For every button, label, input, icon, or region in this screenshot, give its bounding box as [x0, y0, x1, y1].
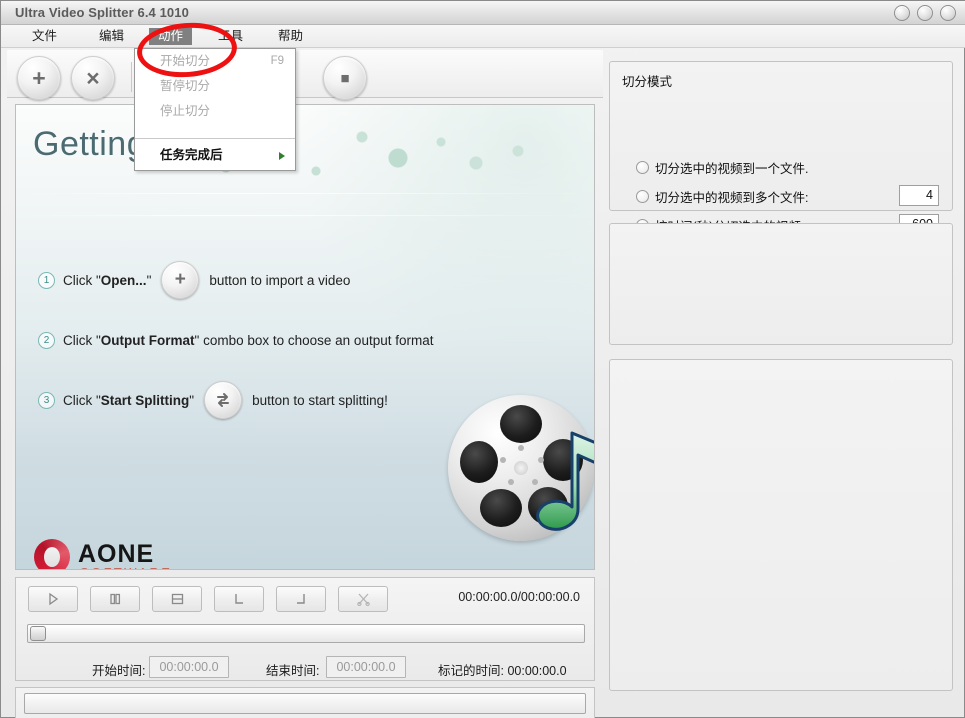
action-dropdown-menu: 开始切分 F9 暂停切分 停止切分 任务完成后 [134, 48, 296, 171]
toolbar-separator-1 [131, 62, 132, 92]
stop-button[interactable]: ■ [323, 56, 367, 100]
step-text: Click "Start Splitting" [63, 392, 195, 408]
refresh-arrows-icon [217, 393, 230, 407]
marked-time-label: 标记的时间: 00:00:00.0 [438, 664, 567, 678]
step-2: 2 Click "Output Format" combo box to cho… [38, 320, 433, 360]
menu-item-label: 暂停切分 [160, 79, 211, 93]
stop-icon [171, 593, 183, 605]
plus-icon: + [32, 64, 46, 91]
split-option-label: 切分选中的视频到多个文件: [655, 190, 809, 205]
close-button[interactable] [940, 5, 956, 21]
menu-item-label: 开始切分 [160, 54, 211, 68]
submenu-arrow-icon [279, 152, 285, 160]
reel-dot [518, 445, 524, 451]
menu-item-start-split[interactable]: 开始切分 F9 [135, 49, 295, 74]
reel-dot [508, 479, 514, 485]
step-text-after: button to import a video [209, 272, 351, 288]
menu-tools[interactable]: 工具 [209, 28, 252, 45]
maximize-button[interactable] [917, 5, 933, 21]
mark-end-icon [297, 594, 305, 604]
menu-item-stop-split[interactable]: 停止切分 [135, 99, 295, 124]
step-text-after: button to start splitting! [252, 392, 388, 408]
stop-button[interactable] [152, 586, 202, 612]
refresh-icon [204, 381, 243, 419]
radio-icon[interactable] [636, 160, 649, 174]
radio-icon[interactable] [636, 189, 649, 203]
menu-separator [135, 138, 295, 139]
left-pane: + × ■ Getting 1 Click "Open..." + button… [7, 50, 603, 718]
split-option-2[interactable]: 切分选中的视频到多个文件: [636, 186, 808, 206]
plus-icon: + [161, 261, 200, 299]
logo-subtitle: SOFTWARE [80, 565, 172, 569]
split-mode-title: 切分模式 [622, 75, 673, 89]
progress-bar [24, 693, 586, 714]
add-file-button[interactable]: + [17, 56, 61, 100]
menu-item-pause-split[interactable]: 暂停切分 [135, 74, 295, 99]
page-title: Getting [33, 125, 147, 163]
film-reel-graphic [448, 395, 594, 547]
close-x-icon: × [86, 64, 100, 91]
menu-file[interactable]: 文件 [23, 28, 66, 45]
step-3: 3 Click "Start Splitting" button to star… [38, 380, 388, 420]
split-mode-group: 切分模式 切分选中的视频到一个文件. 切分选中的视频到多个文件: 4 按时间(秒… [609, 61, 953, 264]
step-number: 1 [38, 271, 55, 289]
progress-panel [15, 687, 595, 718]
main-toolbar: + × ■ [7, 50, 603, 100]
menu-help[interactable]: 帮助 [269, 28, 312, 45]
start-time-label: 开始时间: [92, 664, 146, 678]
step-text: Click "Output Format" combo box to choos… [63, 332, 434, 348]
play-button[interactable] [28, 586, 78, 612]
scissors-icon [356, 593, 370, 606]
remove-file-button[interactable]: × [71, 56, 115, 100]
menu-item-label: 停止切分 [160, 104, 211, 118]
menu-action[interactable]: 动作 [149, 28, 193, 45]
start-time-field[interactable]: 00:00:00.0 [149, 656, 229, 678]
reel-hole [460, 441, 498, 483]
pause-button[interactable] [90, 586, 140, 612]
panel-hairline-2 [16, 215, 594, 216]
getting-started-panel: Getting 1 Click "Open..." + button to im… [15, 104, 595, 570]
step-1: 1 Click "Open..." + button to import a v… [38, 260, 350, 300]
panel-hairline-1 [16, 193, 594, 194]
reel-dot [500, 457, 506, 463]
step-text: Click "Open..." [63, 272, 152, 288]
window-controls [894, 5, 956, 21]
aone-logo: AONE SOFTWARE [34, 533, 214, 569]
split-count-field[interactable]: 4 [899, 185, 939, 206]
title-bar: Ultra Video Splitter 6.4 1010 [1, 1, 965, 25]
mark-end-button[interactable] [276, 586, 326, 612]
cut-button[interactable] [338, 586, 388, 612]
menu-item-label: 任务完成后 [160, 148, 223, 162]
aone-logo-mark-icon [34, 539, 70, 569]
end-time-field[interactable]: 00:00:00.0 [326, 656, 406, 678]
mark-start-button[interactable] [214, 586, 264, 612]
player-controls: 00:00:00.0/00:00:00.0 开始时间: 00:00:00.0 结… [15, 577, 595, 681]
menu-item-after-task[interactable]: 任务完成后 [135, 143, 295, 168]
timeline-slider[interactable] [27, 624, 585, 643]
reel-hole [480, 489, 522, 527]
minimize-button[interactable] [894, 5, 910, 21]
menu-item-shortcut: F9 [270, 55, 284, 67]
split-option-label: 切分选中的视频到一个文件. [655, 161, 809, 176]
play-icon [49, 592, 59, 606]
pause-icon [110, 593, 121, 605]
menu-bar: 文件 编辑 动作 工具 帮助 [1, 25, 965, 48]
end-time-label: 结束时间: [266, 664, 320, 678]
split-option-1[interactable]: 切分选中的视频到一个文件. [636, 157, 808, 177]
menu-edit[interactable]: 编辑 [90, 28, 133, 45]
mark-start-icon [235, 594, 243, 604]
encoding-settings-group: 输出文件名: 视频质量: 较好 视频大小: 与源视频相同 音频质量: 较好 音量… [609, 359, 953, 691]
time-display: 00:00:00.0/00:00:00.0 [458, 590, 580, 604]
output-group: 输出目录: 选择... C:\OutputFolder\ 输出格式: 设置...… [609, 223, 953, 345]
music-note-icon [536, 431, 594, 531]
step-number: 2 [38, 331, 55, 349]
stop-square-icon: ■ [340, 69, 350, 87]
timeline-thumb[interactable] [30, 626, 46, 641]
app-window: Ultra Video Splitter 6.4 1010 文件 编辑 动作 工… [0, 0, 965, 718]
window-title: Ultra Video Splitter 6.4 1010 [15, 5, 189, 20]
step-number: 3 [38, 391, 55, 409]
